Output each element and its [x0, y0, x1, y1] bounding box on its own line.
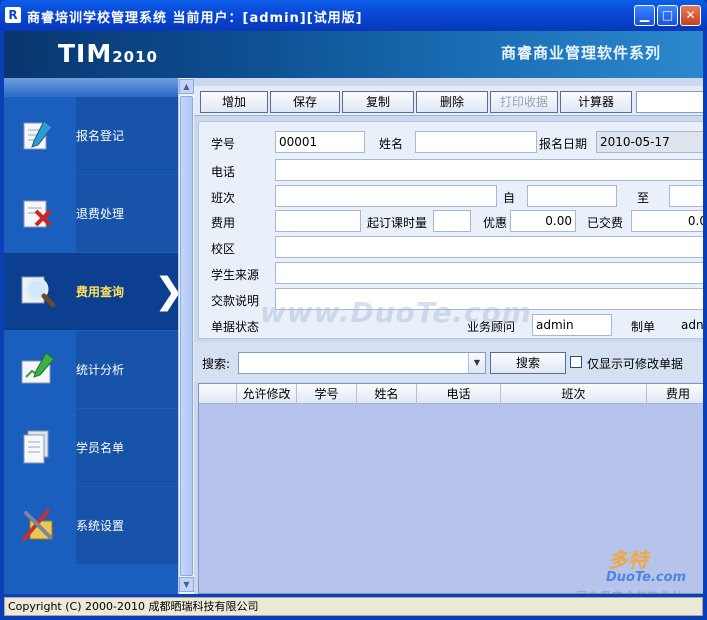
student-no-label: 学号: [211, 137, 236, 151]
grid-column-header[interactable]: 电话: [417, 384, 501, 404]
discount-label: 优惠: [483, 216, 508, 230]
fee-form: 学号 00001 姓名 报名日期 2010-05-17 电话 班次 自 至 费用…: [198, 121, 703, 339]
product-slogan: 商睿商业管理软件系列: [500, 44, 661, 62]
main-panel: 增加 保存 复制 删除 打印收据 计算器 学号 00001 姓名 报名日期 20…: [194, 78, 703, 594]
header-banner: TIM2010 商睿商业管理软件系列: [4, 31, 703, 78]
editable-only-label: 仅显示可修改单据: [587, 357, 684, 371]
product-logo: TIM2010: [58, 39, 158, 68]
document-list-icon: [23, 430, 49, 464]
calculator-button[interactable]: 计算器: [560, 91, 632, 113]
scroll-up-icon[interactable]: ▲: [179, 79, 194, 94]
toolbar-input[interactable]: [636, 91, 703, 113]
advisor-field[interactable]: admin: [532, 314, 612, 336]
chevron-down-icon[interactable]: ▼: [468, 353, 485, 373]
app-icon: R: [5, 7, 21, 23]
name-label: 姓名: [379, 137, 404, 151]
results-grid: 允许修改 学号 姓名 电话 班次 费用: [198, 383, 703, 594]
save-button[interactable]: 保存: [270, 91, 340, 113]
grid-column-header[interactable]: 费用: [647, 384, 703, 404]
nav-scrollbar[interactable]: ▲ ▼: [178, 78, 194, 594]
grid-column-header[interactable]: [199, 384, 237, 404]
delete-button[interactable]: 删除: [416, 91, 488, 113]
fee-label: 费用: [211, 216, 236, 230]
minimize-button[interactable]: ▁: [634, 5, 655, 26]
copyright-text: Copyright (C) 2000-2010 成都晒瑞科技有限公司: [4, 597, 703, 616]
from-label: 自: [503, 191, 516, 205]
to-label: 至: [637, 191, 650, 205]
nav-item-student-list[interactable]: 学员名单: [4, 409, 178, 486]
class-label: 班次: [211, 191, 236, 205]
search-button[interactable]: 搜索: [490, 352, 566, 374]
signup-date-label: 报名日期: [539, 137, 588, 151]
grid-column-header[interactable]: 班次: [501, 384, 647, 404]
to-date-field[interactable]: [669, 185, 703, 207]
refund-icon: [23, 200, 52, 228]
grid-column-header[interactable]: 允许修改: [237, 384, 297, 404]
payment-note-field[interactable]: [275, 288, 703, 310]
grid-column-header[interactable]: 学号: [297, 384, 357, 404]
source-field[interactable]: [275, 262, 703, 284]
payment-note-label: 交款说明: [211, 294, 260, 308]
nav-label: 费用查询: [76, 285, 125, 299]
nav-item-registration[interactable]: 报名登记: [4, 97, 178, 174]
min-hours-field[interactable]: [433, 210, 471, 232]
min-hours-label: 起订课时量: [367, 216, 428, 230]
advisor-label: 业务顾问: [467, 320, 516, 334]
tools-icon: [22, 509, 53, 541]
chart-pen-icon: [21, 352, 55, 384]
campus-label: 校区: [211, 242, 236, 256]
editable-only-checkbox[interactable]: [570, 356, 582, 368]
search-combo[interactable]: ▼: [238, 352, 486, 374]
left-navigation: 报名登记 退费处理 费用查询 ❯ 统计分析: [4, 78, 178, 594]
campus-field[interactable]: [275, 236, 703, 258]
search-bar: 搜索: ▼ 搜索 仅显示可修改单据: [194, 342, 703, 382]
fee-field[interactable]: [275, 210, 361, 232]
nav-label: 学员名单: [76, 441, 125, 455]
grid-header: 允许修改 学号 姓名 电话 班次 费用: [199, 384, 703, 404]
nav-label: 统计分析: [76, 363, 125, 377]
nav-item-settings[interactable]: 系统设置: [4, 487, 178, 564]
toolbar: 增加 保存 复制 删除 打印收据 计算器: [194, 86, 703, 116]
doc-status-label: 单据状态: [211, 320, 260, 334]
discount-field[interactable]: 0.00: [510, 210, 576, 232]
nav-label: 退费处理: [76, 207, 125, 221]
maker-label: 制单: [631, 320, 656, 334]
nav-item-refund[interactable]: 退费处理: [4, 175, 178, 252]
source-label: 学生来源: [211, 268, 260, 282]
name-field[interactable]: [415, 131, 537, 153]
active-chevron-icon: ❯: [154, 271, 178, 312]
nav-label: 报名登记: [76, 129, 125, 143]
student-no-field[interactable]: 00001: [275, 131, 365, 153]
phone-field[interactable]: [275, 159, 703, 181]
add-button[interactable]: 增加: [200, 91, 268, 113]
signup-date-field[interactable]: 2010-05-17: [596, 131, 703, 153]
status-bar: Copyright (C) 2000-2010 成都晒瑞科技有限公司: [0, 594, 707, 620]
grid-column-header[interactable]: 姓名: [357, 384, 417, 404]
scroll-down-icon[interactable]: ▼: [179, 577, 194, 592]
close-button[interactable]: ✕: [680, 5, 701, 26]
from-date-field[interactable]: [527, 185, 617, 207]
nav-item-fee-query[interactable]: 费用查询 ❯: [4, 253, 178, 330]
nav-header-strip: [4, 78, 178, 97]
maximize-button[interactable]: □: [657, 5, 678, 26]
window-title: 商睿培训学校管理系统 当前用户：[admin][试用版]: [27, 11, 363, 26]
phone-label: 电话: [211, 165, 236, 179]
nav-label: 系统设置: [76, 519, 125, 533]
magnifier-icon: [21, 276, 56, 308]
nav-item-statistics[interactable]: 统计分析: [4, 331, 178, 408]
class-field[interactable]: [275, 185, 497, 207]
copy-button[interactable]: 复制: [342, 91, 414, 113]
search-label: 搜索:: [202, 357, 231, 371]
paid-field[interactable]: 0.0: [631, 210, 703, 232]
paid-label: 已交费: [587, 216, 624, 230]
scroll-thumb[interactable]: [180, 96, 193, 576]
register-form-icon: [23, 120, 53, 150]
print-receipt-button[interactable]: 打印收据: [490, 91, 558, 113]
title-bar: R 商睿培训学校管理系统 当前用户：[admin][试用版] ▁ □ ✕: [0, 0, 707, 31]
maker-value: adn: [681, 318, 703, 332]
